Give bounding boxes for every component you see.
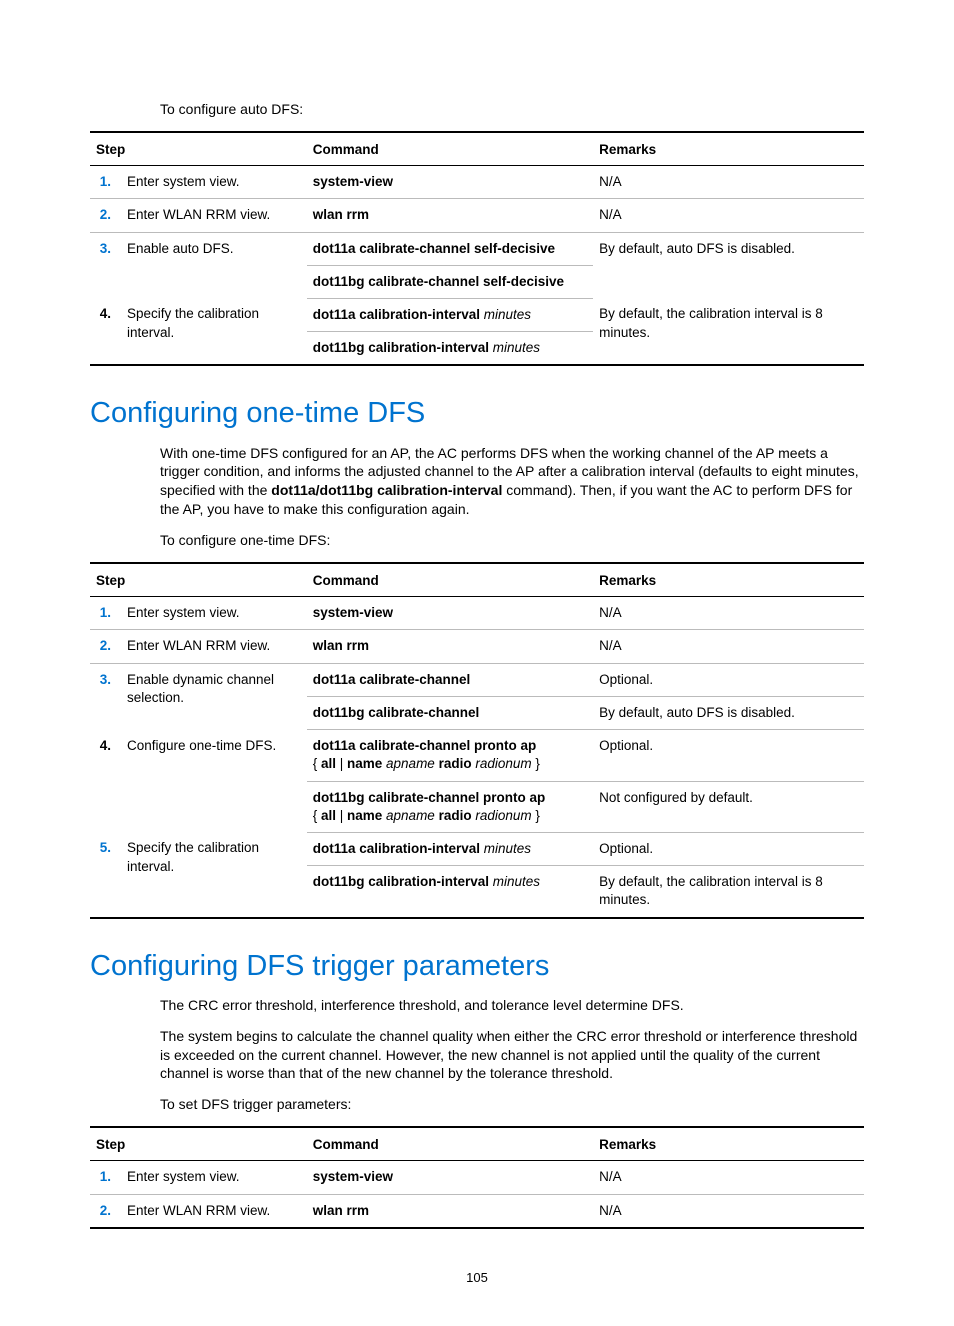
step-cmd: system-view (307, 597, 593, 630)
step-rem: N/A (593, 1161, 864, 1194)
page-number: 105 (90, 1269, 864, 1287)
step-desc: Enable dynamic channel selection. (121, 663, 307, 729)
table-row: 1. Enter system view. system-view N/A (90, 597, 864, 630)
th-remarks: Remarks (593, 563, 864, 597)
step-number: 4. (100, 738, 111, 753)
step-cmd: wlan rrm (307, 630, 593, 663)
step-desc: Specify the calibration interval. (121, 298, 307, 365)
step-number: 1. (100, 1169, 111, 1184)
step-desc: Enter WLAN RRM view. (121, 630, 307, 663)
step-rem: N/A (593, 199, 864, 232)
step-rem: N/A (593, 166, 864, 199)
step-desc: Configure one-time DFS. (121, 730, 307, 833)
step-number: 2. (100, 638, 111, 653)
step-number: 4. (100, 306, 111, 321)
step-cmd: dot11bg calibration-interval minutes (307, 332, 593, 366)
section3-intro: To set DFS trigger parameters: (160, 1095, 864, 1114)
step-desc: Enter system view. (121, 597, 307, 630)
step-desc: Enter system view. (121, 166, 307, 199)
table-row: 1. Enter system view. system-view N/A (90, 166, 864, 199)
step-cmd: dot11bg calibration-interval minutes (307, 866, 593, 918)
step-number: 5. (100, 840, 111, 855)
step-desc: Enter WLAN RRM view. (121, 199, 307, 232)
th-step: Step (90, 563, 307, 597)
section3-para1: The CRC error threshold, interference th… (160, 996, 864, 1015)
step-rem: Optional. (593, 663, 864, 696)
table-row: 2. Enter WLAN RRM view. wlan rrm N/A (90, 630, 864, 663)
step-cmd: wlan rrm (307, 199, 593, 232)
step-cmd: dot11a calibration-interval minutes (307, 832, 593, 865)
step-rem: By default, the calibration interval is … (593, 298, 864, 365)
step-rem: By default, auto DFS is disabled. (593, 696, 864, 729)
section1-intro: To configure auto DFS: (160, 100, 864, 119)
step-number: 1. (100, 174, 111, 189)
table-onetime-dfs: Step Command Remarks 1. Enter system vie… (90, 562, 864, 919)
table-row: 3. Enable auto DFS. dot11a calibrate-cha… (90, 232, 864, 265)
step-cmd: dot11bg calibrate-channel (307, 696, 593, 729)
step-number: 1. (100, 605, 111, 620)
th-step: Step (90, 132, 307, 166)
heading-trigger-params: Configuring DFS trigger parameters (90, 947, 864, 986)
th-step: Step (90, 1127, 307, 1161)
table-row: 3. Enable dynamic channel selection. dot… (90, 663, 864, 696)
table-row: 5. Specify the calibration interval. dot… (90, 832, 864, 865)
th-command: Command (307, 1127, 593, 1161)
table-trigger-params: Step Command Remarks 1. Enter system vie… (90, 1126, 864, 1229)
step-rem: N/A (593, 597, 864, 630)
step-cmd: wlan rrm (307, 1194, 593, 1228)
step-rem: N/A (593, 630, 864, 663)
th-command: Command (307, 132, 593, 166)
section2-para: With one-time DFS configured for an AP, … (160, 444, 864, 520)
table-row: 4. Configure one-time DFS. dot11a calibr… (90, 730, 864, 781)
step-number: 3. (100, 672, 111, 687)
step-desc: Enable auto DFS. (121, 232, 307, 298)
step-desc: Specify the calibration interval. (121, 832, 307, 917)
step-cmd: dot11bg calibrate-channel self-decisive (307, 265, 593, 298)
step-cmd: dot11a calibrate-channel pronto ap { all… (307, 730, 593, 781)
step-rem: N/A (593, 1194, 864, 1228)
step-rem: Optional. (593, 730, 864, 781)
page-content: To configure auto DFS: Step Command Rema… (0, 0, 954, 1326)
table-row: 2. Enter WLAN RRM view. wlan rrm N/A (90, 199, 864, 232)
step-cmd: system-view (307, 1161, 593, 1194)
step-desc: Enter system view. (121, 1161, 307, 1194)
section3-para2: The system begins to calculate the chann… (160, 1027, 864, 1084)
step-rem: By default, auto DFS is disabled. (593, 232, 864, 298)
step-cmd: dot11a calibrate-channel (307, 663, 593, 696)
table-auto-dfs: Step Command Remarks 1. Enter system vie… (90, 131, 864, 367)
step-rem: Optional. (593, 832, 864, 865)
table-row: 4. Specify the calibration interval. dot… (90, 298, 864, 331)
step-rem: By default, the calibration interval is … (593, 866, 864, 918)
step-cmd: dot11a calibration-interval minutes (307, 298, 593, 331)
step-cmd: dot11a calibrate-channel self-decisive (307, 232, 593, 265)
th-command: Command (307, 563, 593, 597)
th-remarks: Remarks (593, 1127, 864, 1161)
section2-intro: To configure one-time DFS: (160, 531, 864, 550)
step-cmd: system-view (307, 166, 593, 199)
th-remarks: Remarks (593, 132, 864, 166)
step-cmd: dot11bg calibrate-channel pronto ap { al… (307, 781, 593, 832)
table-row: 1. Enter system view. system-view N/A (90, 1161, 864, 1194)
step-desc: Enter WLAN RRM view. (121, 1194, 307, 1228)
step-number: 3. (100, 241, 111, 256)
step-number: 2. (100, 207, 111, 222)
step-number: 2. (100, 1203, 111, 1218)
table-row: 2. Enter WLAN RRM view. wlan rrm N/A (90, 1194, 864, 1228)
heading-onetime-dfs: Configuring one-time DFS (90, 394, 864, 433)
step-rem: Not configured by default. (593, 781, 864, 832)
